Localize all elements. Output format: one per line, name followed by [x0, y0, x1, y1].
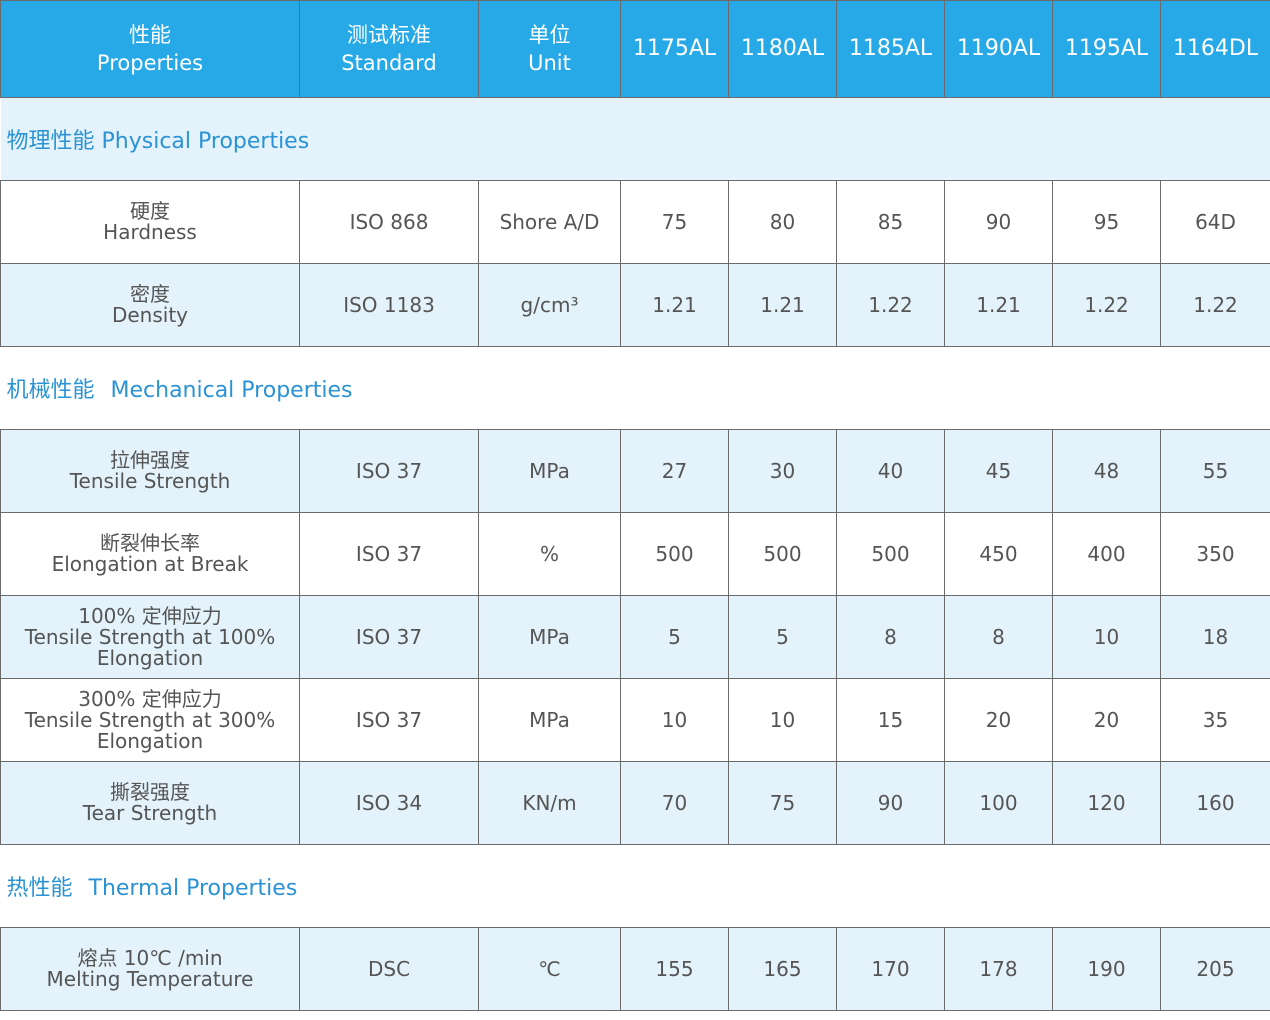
value-cell: 100 — [944, 761, 1053, 845]
section-thermal: 热性能 Thermal Properties — [0, 844, 1270, 928]
properties-table: 性能 Properties 测试标准 Standard 单位 Unit 1175AL … — [0, 0, 1270, 1011]
value-cell: 90 — [944, 180, 1053, 264]
standard-cell: ISO 37 — [299, 429, 479, 513]
value-cell: 48 — [1052, 429, 1161, 513]
value-cell: 70 — [620, 761, 729, 845]
section-title: 热性能 Thermal Properties — [0, 844, 1270, 928]
value-cell: 160 — [1160, 761, 1270, 845]
value-cell: 10 — [620, 678, 729, 762]
value-cell: 1.21 — [620, 263, 729, 347]
value-cell: 35 — [1160, 678, 1270, 762]
header-grade: 1180AL — [728, 0, 837, 98]
value-cell: 178 — [944, 927, 1053, 1011]
value-cell: 8 — [836, 595, 945, 679]
value-cell: 165 — [728, 927, 837, 1011]
value-cell: 450 — [944, 512, 1053, 596]
value-cell: 80 — [728, 180, 837, 264]
value-cell: 155 — [620, 927, 729, 1011]
unit-cell: MPa — [478, 678, 621, 762]
header-grade: 1185AL — [836, 0, 945, 98]
value-cell: 1.22 — [1160, 263, 1270, 347]
table-row: 拉伸强度 Tensile Strength ISO 37 MPa 27 30 40… — [0, 429, 1270, 513]
standard-cell: ISO 1183 — [299, 263, 479, 347]
value-cell: 205 — [1160, 927, 1270, 1011]
value-cell: 500 — [620, 512, 729, 596]
value-cell: 20 — [944, 678, 1053, 762]
table-row: 100% 定伸应力 Tensile Strength at 100% Elongat… — [0, 595, 1270, 679]
value-cell: 400 — [1052, 512, 1161, 596]
unit-cell: ℃ — [478, 927, 621, 1011]
value-cell: 90 — [836, 761, 945, 845]
section-mechanical: 机械性能 Mechanical Properties — [0, 346, 1270, 430]
table-row: 硬度 Hardness ISO 868 Shore A/D 75 80 85 90… — [0, 180, 1270, 264]
value-cell: 1.22 — [1052, 263, 1161, 347]
value-cell: 1.22 — [836, 263, 945, 347]
unit-cell: MPa — [478, 595, 621, 679]
standard-cell: ISO 37 — [299, 595, 479, 679]
value-cell: 1.21 — [728, 263, 837, 347]
unit-cell: Shore A/D — [478, 180, 621, 264]
header-standard: 测试标准 Standard — [299, 0, 479, 98]
property-name: 断裂伸长率 Elongation at Break — [0, 512, 300, 596]
standard-cell: DSC — [299, 927, 479, 1011]
header-properties: 性能 Properties — [0, 0, 300, 98]
value-cell: 45 — [944, 429, 1053, 513]
unit-cell: KN/m — [478, 761, 621, 845]
value-cell: 85 — [836, 180, 945, 264]
table-row: 撕裂强度 Tear Strength ISO 34 KN/m 70 75 90 1… — [0, 761, 1270, 845]
value-cell: 64D — [1160, 180, 1270, 264]
value-cell: 170 — [836, 927, 945, 1011]
value-cell: 5 — [620, 595, 729, 679]
value-cell: 350 — [1160, 512, 1270, 596]
section-title: 物理性能 Physical Properties — [0, 97, 1270, 181]
value-cell: 40 — [836, 429, 945, 513]
value-cell: 15 — [836, 678, 945, 762]
value-cell: 10 — [1052, 595, 1161, 679]
unit-cell: % — [478, 512, 621, 596]
unit-cell: MPa — [478, 429, 621, 513]
header-grade: 1190AL — [944, 0, 1053, 98]
standard-cell: ISO 37 — [299, 512, 479, 596]
section-physical: 物理性能 Physical Properties — [0, 97, 1270, 181]
property-name: 拉伸强度 Tensile Strength — [0, 429, 300, 513]
value-cell: 55 — [1160, 429, 1270, 513]
value-cell: 1.21 — [944, 263, 1053, 347]
header-grade: 1175AL — [620, 0, 729, 98]
table-row: 断裂伸长率 Elongation at Break ISO 37 % 500 50… — [0, 512, 1270, 596]
value-cell: 75 — [728, 761, 837, 845]
table-row: 300% 定伸应力 Tensile Strength at 300% Elongat… — [0, 678, 1270, 762]
header-grade: 1195AL — [1052, 0, 1161, 98]
value-cell: 30 — [728, 429, 837, 513]
header-row: 性能 Properties 测试标准 Standard 单位 Unit 1175AL … — [0, 0, 1270, 98]
value-cell: 20 — [1052, 678, 1161, 762]
table-row: 熔点 10℃ /min Melting Temperature DSC ℃ 155… — [0, 927, 1270, 1011]
property-name: 硬度 Hardness — [0, 180, 300, 264]
value-cell: 5 — [728, 595, 837, 679]
standard-cell: ISO 868 — [299, 180, 479, 264]
value-cell: 95 — [1052, 180, 1161, 264]
value-cell: 18 — [1160, 595, 1270, 679]
value-cell: 120 — [1052, 761, 1161, 845]
value-cell: 75 — [620, 180, 729, 264]
value-cell: 500 — [728, 512, 837, 596]
property-name: 密度 Density — [0, 263, 300, 347]
standard-cell: ISO 34 — [299, 761, 479, 845]
property-name: 熔点 10℃ /min Melting Temperature — [0, 927, 300, 1011]
table-row: 密度 Density ISO 1183 g/cm³ 1.21 1.21 1.22 … — [0, 263, 1270, 347]
value-cell: 27 — [620, 429, 729, 513]
property-name: 100% 定伸应力 Tensile Strength at 100% Elongat… — [0, 595, 300, 679]
header-grade: 1164DL — [1160, 0, 1270, 98]
section-title: 机械性能 Mechanical Properties — [0, 346, 1270, 430]
standard-cell: ISO 37 — [299, 678, 479, 762]
unit-cell: g/cm³ — [478, 263, 621, 347]
header-unit: 单位 Unit — [478, 0, 621, 98]
property-name: 撕裂强度 Tear Strength — [0, 761, 300, 845]
value-cell: 8 — [944, 595, 1053, 679]
value-cell: 500 — [836, 512, 945, 596]
value-cell: 10 — [728, 678, 837, 762]
property-name: 300% 定伸应力 Tensile Strength at 300% Elongat… — [0, 678, 300, 762]
value-cell: 190 — [1052, 927, 1161, 1011]
